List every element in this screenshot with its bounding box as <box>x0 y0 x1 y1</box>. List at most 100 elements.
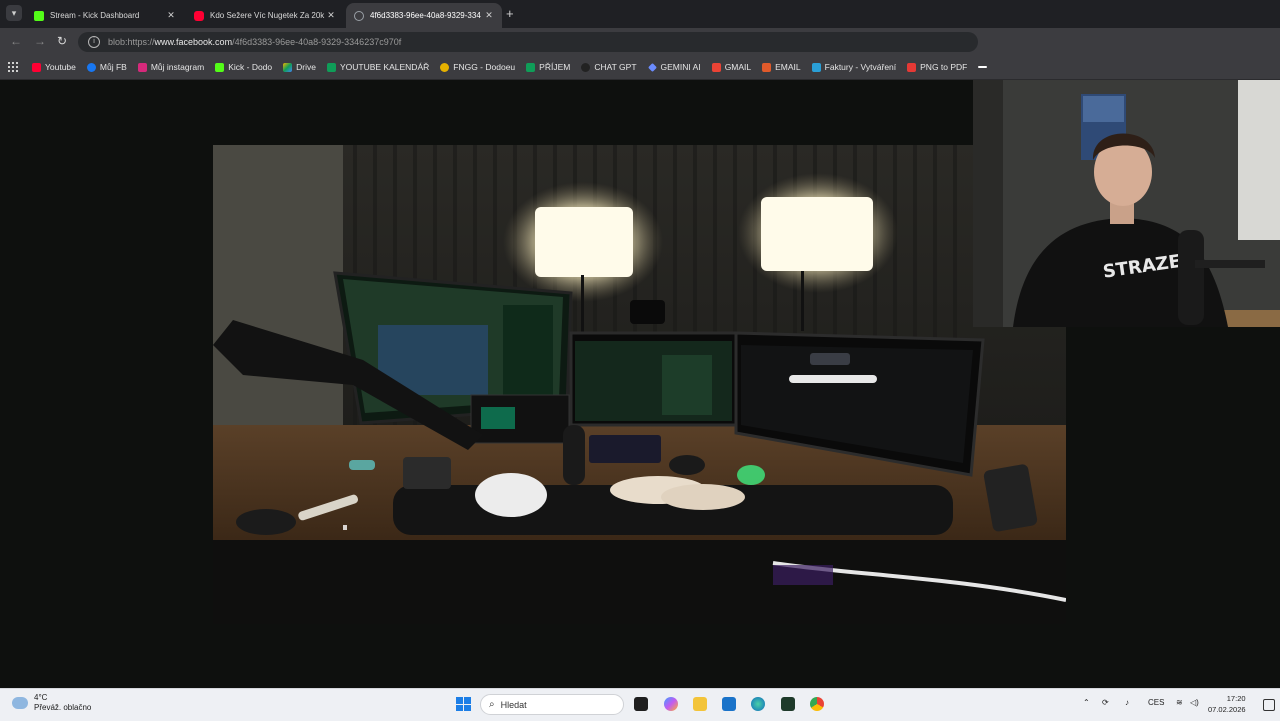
bookmark-kick-dodo[interactable]: Kick - Dodo <box>215 62 272 72</box>
bookmark-label: PŘÍJEM <box>539 62 571 72</box>
reload-button[interactable]: ↻ <box>57 34 67 48</box>
bookmark-gemini[interactable]: GEMINI AI <box>647 62 701 72</box>
bookmark-label: FNGG - Dodoeu <box>453 62 516 72</box>
clock[interactable]: 17:20 07.02.2026 <box>1208 693 1246 715</box>
youtube-icon <box>32 62 41 72</box>
bookmarks-bar: Youtube Můj FB Můj instagram Kick - Dodo… <box>0 55 1280 80</box>
outlook-icon[interactable] <box>722 697 736 711</box>
bookmark-gmail[interactable]: GMAIL <box>711 62 752 72</box>
bookmark-faktury[interactable]: Faktury - Vytváření <box>811 62 897 72</box>
bookmark-label: YOUTUBE KALENDÁŘ <box>339 62 430 72</box>
taskbar-search[interactable]: ⌕ Hledat <box>480 694 624 715</box>
file-explorer-icon[interactable] <box>693 697 707 711</box>
gemini-icon <box>647 62 657 72</box>
cloud-icon <box>12 697 28 709</box>
pdf-icon <box>907 62 917 72</box>
tab-strip: ▾ Stream - Kick Dashboard ✕ Kdo Sežere V… <box>0 0 1280 28</box>
volume-icon[interactable]: ◁) <box>1190 698 1199 707</box>
bookmark-muj-fb[interactable]: Můj FB <box>86 62 127 72</box>
site-info-icon[interactable]: i <box>88 36 100 48</box>
wifi-icon[interactable]: ≋ <box>1176 698 1183 707</box>
weather-widget[interactable]: 4°C Převáž. oblačno <box>12 693 91 713</box>
search-icon: ⌕ <box>489 699 495 710</box>
chevron-up-icon[interactable]: ⌃ <box>1083 698 1090 707</box>
bookmark-label: EMAIL <box>775 62 801 72</box>
bookmark-label: Drive <box>296 62 316 72</box>
bookmark-label: GEMINI AI <box>660 62 701 72</box>
invoice-icon <box>811 62 821 72</box>
sync-icon[interactable]: ⟳ <box>1102 698 1109 707</box>
bookmark-instagram[interactable]: Můj instagram <box>137 62 205 72</box>
close-icon[interactable]: ✕ <box>166 10 176 21</box>
copilot-icon[interactable] <box>664 697 678 711</box>
terminal-icon[interactable] <box>781 697 795 711</box>
edge-icon[interactable] <box>751 697 765 711</box>
tab-search-button[interactable]: ▾ <box>6 5 22 21</box>
weather-desc: Převáž. oblačno <box>34 703 92 712</box>
kick-icon <box>34 10 44 21</box>
clock-date: 07.02.2026 <box>1208 705 1246 714</box>
bookmark-fngg[interactable]: FNGG - Dodoeu <box>440 62 515 72</box>
taskbar: 4°C Převáž. oblačno ⌕ Hledat ⌃ ⟳ ♪ CES ≋… <box>0 688 1280 721</box>
bookmark-icon <box>978 66 988 68</box>
windows-start-icon[interactable] <box>456 697 471 711</box>
apps-icon[interactable] <box>8 62 18 72</box>
new-tab-button[interactable]: + <box>506 6 514 21</box>
weather-temp: 4°C <box>34 693 48 702</box>
microphone-icon[interactable]: ♪ <box>1125 698 1129 707</box>
bookmark-png-to-pdf[interactable]: PNG to PDF <box>907 62 967 72</box>
close-icon[interactable]: ✕ <box>326 10 336 21</box>
bookmark-chat-gpt[interactable]: CHAT GPT <box>581 62 637 72</box>
bookmark-label: Můj FB <box>99 62 127 72</box>
search-placeholder: Hledat <box>500 699 527 710</box>
tab-title: 4f6d3383-96ee-40a8-9329-334 <box>370 11 481 20</box>
webcam-overlay: STRAZE <box>973 80 1280 327</box>
gmail-icon <box>711 62 721 72</box>
bookmark-label: Youtube <box>45 62 76 72</box>
tab-title: Kdo Sežere Víc Nugetek Za 20k <box>210 11 325 20</box>
bookmark-drive[interactable]: Drive <box>283 62 316 72</box>
youtube-icon <box>194 10 204 21</box>
tab-kick-dashboard[interactable]: Stream - Kick Dashboard ✕ <box>26 3 184 28</box>
tab-youtube-video[interactable]: Kdo Sežere Víc Nugetek Za 20k ✕ <box>186 3 344 28</box>
fngg-icon <box>440 62 450 72</box>
bookmark-label: Faktury - Vytváření <box>824 62 897 72</box>
bookmark-label: GMAIL <box>724 62 752 72</box>
tab-title: Stream - Kick Dashboard <box>50 11 140 20</box>
back-button[interactable]: ← <box>10 34 22 48</box>
drive-icon <box>283 62 293 72</box>
url-path: /4f6d3383-96ee-40a8-9329-3346237c970f <box>232 37 402 47</box>
openai-icon <box>581 62 591 72</box>
url-prefix: blob:https:// <box>108 37 155 47</box>
bookmark-label: Můj instagram <box>150 62 205 72</box>
bookmark-folder[interactable] <box>978 66 991 68</box>
bookmark-youtube-kalendar[interactable]: YOUTUBE KALENDÁŘ <box>326 62 430 72</box>
forward-button[interactable]: → <box>34 34 46 48</box>
url-host: www.facebook.com <box>154 37 233 47</box>
instagram-icon <box>137 62 147 72</box>
desk-setup-photo <box>213 145 1066 624</box>
browser-toolbar: ← → ↻ i blob:https://www.facebook.com/4f… <box>0 28 1280 55</box>
tab-blob-image[interactable]: 4f6d3383-96ee-40a8-9329-334 ✕ <box>346 3 502 28</box>
email-icon <box>762 62 772 72</box>
clock-time: 17:20 <box>1226 694 1246 703</box>
bookmark-youtube[interactable]: Youtube <box>32 62 76 72</box>
bookmark-prijem[interactable]: PŘÍJEM <box>526 62 570 72</box>
bookmark-label: CHAT GPT <box>594 62 637 72</box>
facebook-icon <box>86 62 96 72</box>
address-bar[interactable]: i blob:https://www.facebook.com/4f6d3383… <box>78 32 978 52</box>
close-icon[interactable]: ✕ <box>484 10 494 21</box>
chrome-icon[interactable] <box>810 697 824 711</box>
cursor-marker <box>343 525 347 530</box>
globe-icon <box>354 10 364 21</box>
sheets-icon <box>326 62 336 72</box>
bookmark-label: PNG to PDF <box>920 62 968 72</box>
notifications-icon[interactable] <box>1263 699 1275 711</box>
language-indicator[interactable]: CES <box>1148 698 1164 707</box>
sheets-icon <box>526 62 536 72</box>
task-view-icon[interactable] <box>634 697 648 711</box>
bookmark-email[interactable]: EMAIL <box>762 62 801 72</box>
image-viewer: STRAZE <box>0 80 1280 688</box>
bookmark-label: Kick - Dodo <box>228 62 273 72</box>
kick-icon <box>215 62 225 72</box>
